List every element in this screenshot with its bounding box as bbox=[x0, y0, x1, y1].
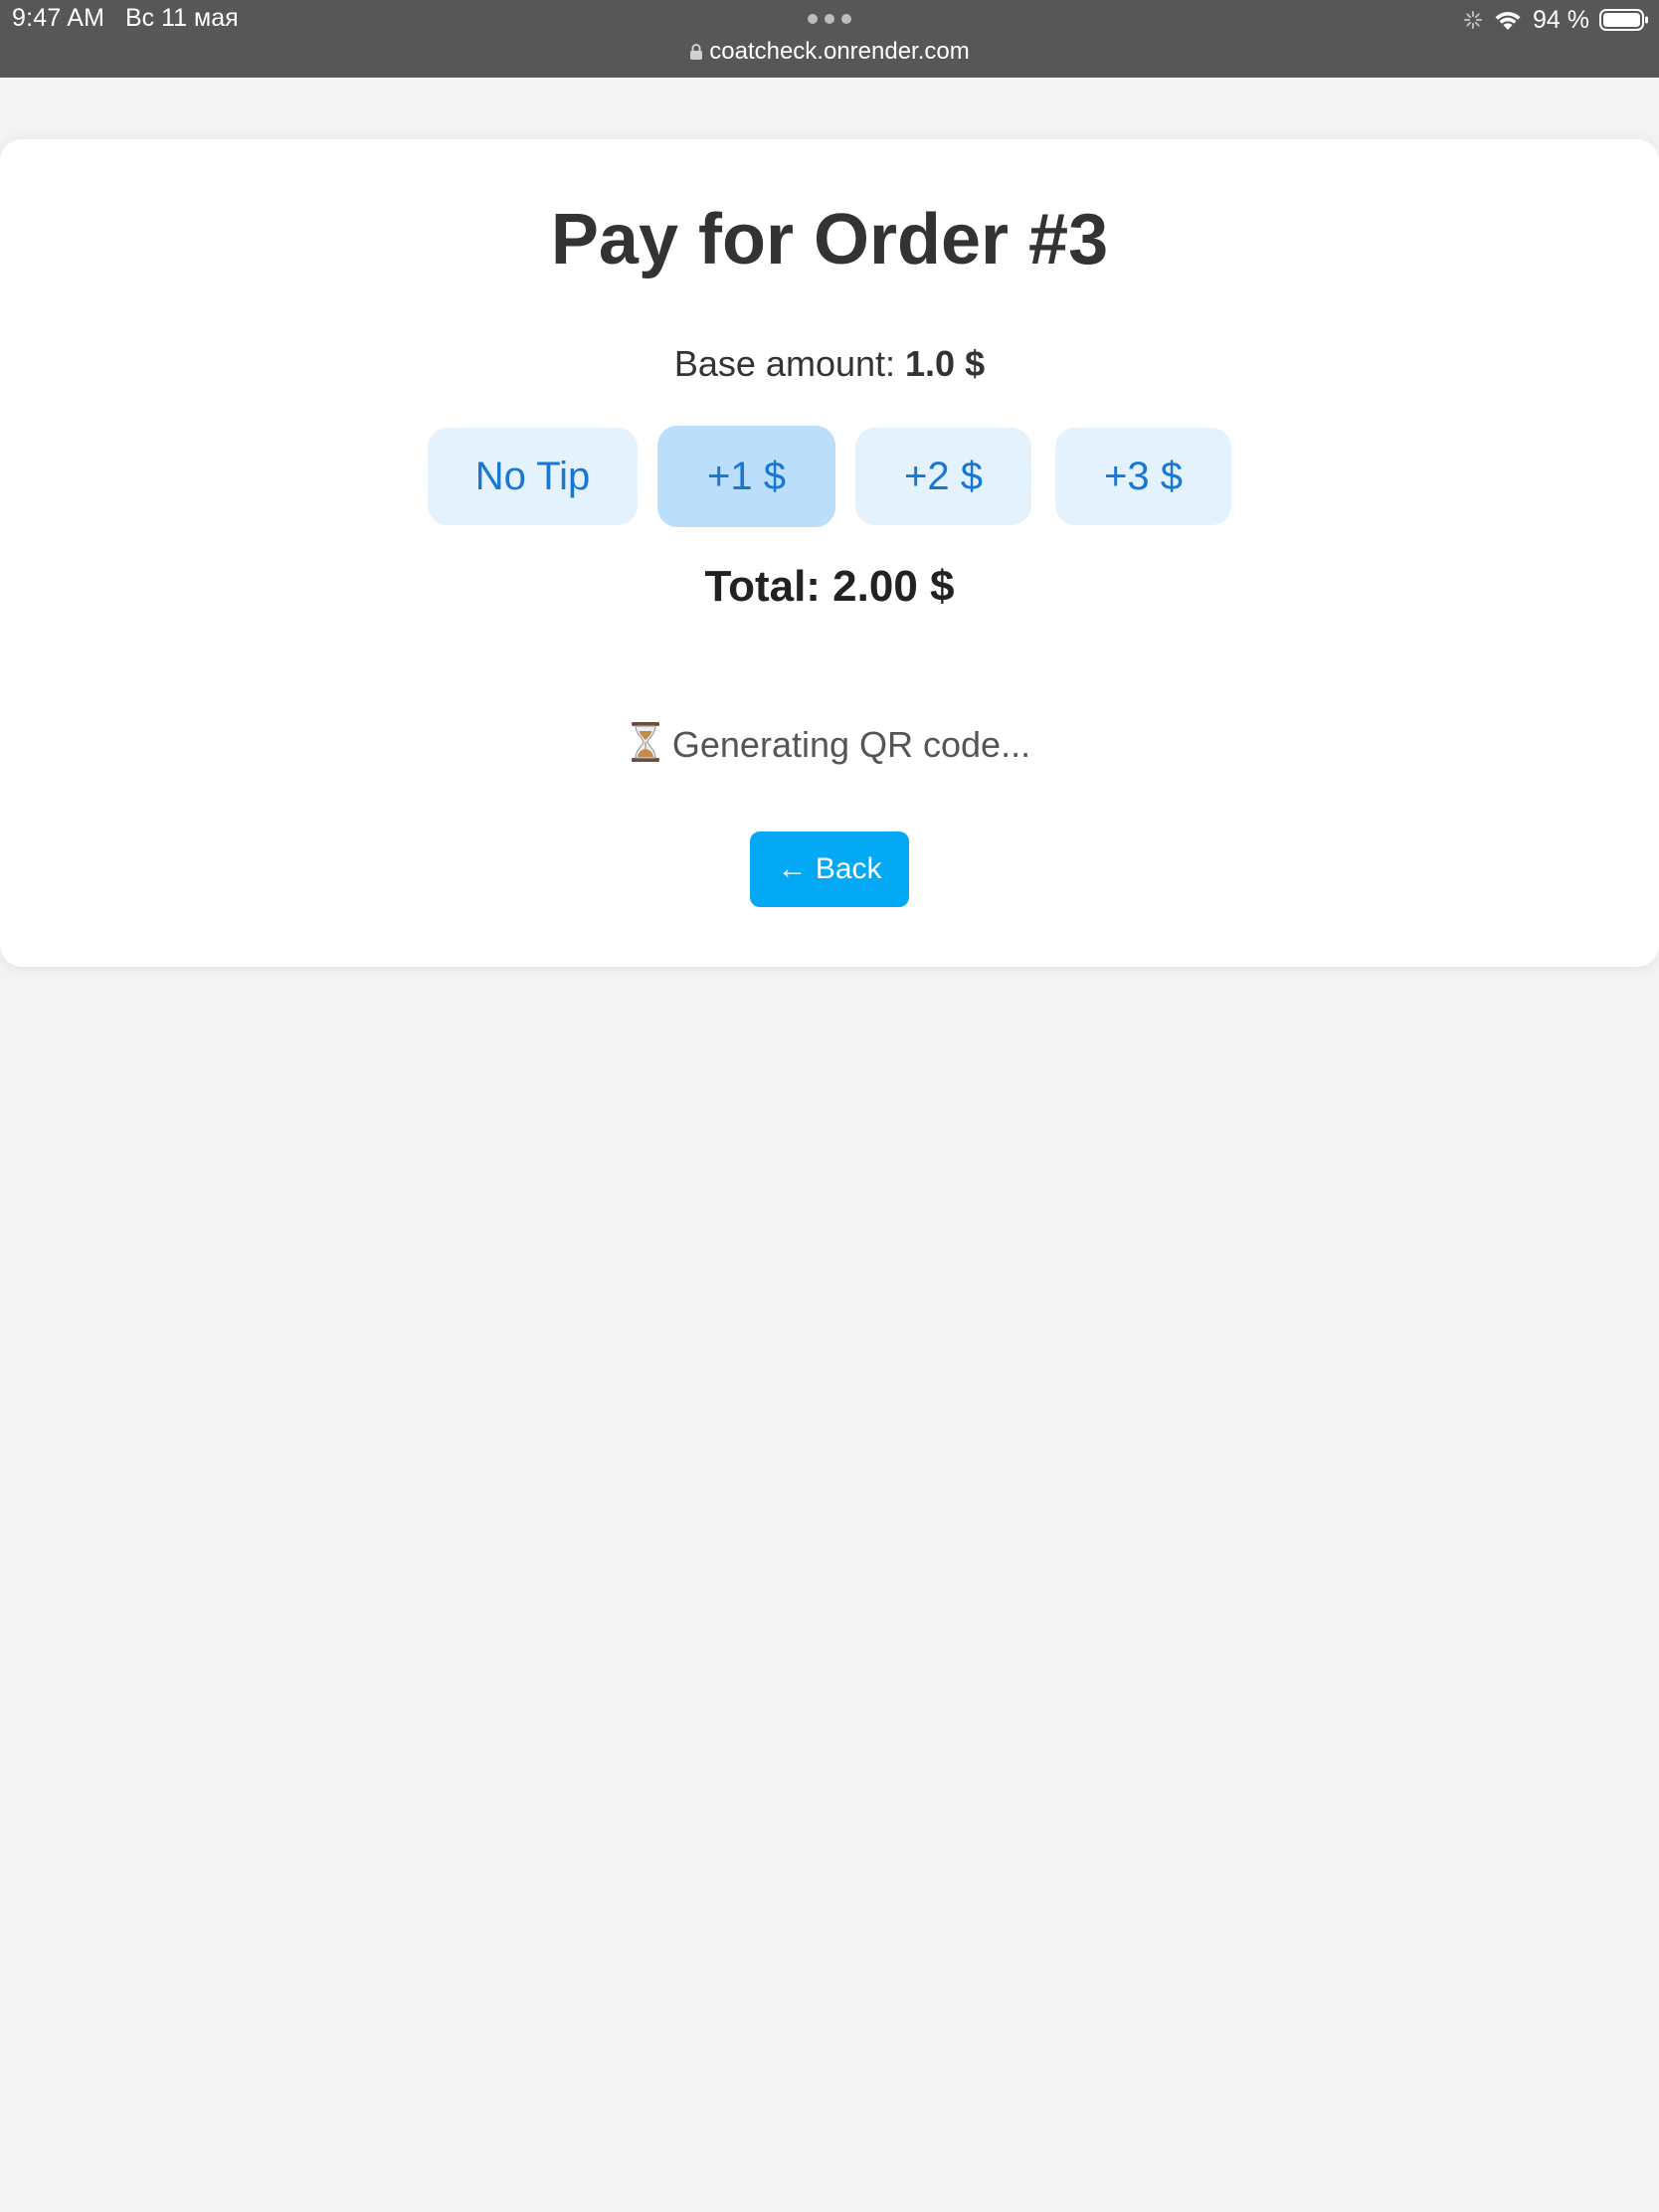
payment-card: Pay for Order #3 Base amount: 1.0 $ No T… bbox=[0, 139, 1659, 967]
wifi-icon bbox=[1495, 11, 1521, 30]
tip-button-1[interactable]: +1 $ bbox=[657, 426, 835, 527]
base-amount-value: 1.0 $ bbox=[905, 343, 986, 384]
url-text: coatcheck.onrender.com bbox=[709, 38, 970, 65]
address-bar[interactable]: coatcheck.onrender.com bbox=[0, 38, 1659, 66]
qr-status: Generating QR code... bbox=[0, 721, 1659, 766]
base-amount: Base amount: 1.0 $ bbox=[0, 343, 1659, 385]
back-button[interactable]: ← Back bbox=[750, 831, 909, 907]
status-date: Вс 11 мая bbox=[125, 4, 239, 32]
status-bar: 9:47 AM Вс 11 мая 94 % coatcheck.onrende… bbox=[0, 0, 1659, 78]
hourglass-icon bbox=[631, 722, 659, 762]
status-time: 9:47 AM bbox=[12, 4, 105, 32]
status-indicators: 94 % bbox=[1463, 4, 1649, 36]
more-dots-icon[interactable] bbox=[808, 14, 851, 24]
qr-status-text: Generating QR code... bbox=[671, 724, 1031, 765]
tip-button-3[interactable]: +3 $ bbox=[1055, 428, 1231, 525]
battery-icon bbox=[1599, 9, 1648, 31]
tip-options: No Tip +1 $ +2 $ +3 $ bbox=[0, 426, 1659, 529]
tip-button-none[interactable]: No Tip bbox=[428, 428, 638, 525]
battery-percentage: 94 % bbox=[1533, 5, 1589, 34]
page-title: Pay for Order #3 bbox=[550, 200, 1109, 279]
tip-button-2[interactable]: +2 $ bbox=[855, 428, 1031, 525]
loading-spinner-icon bbox=[1464, 11, 1483, 29]
base-amount-label: Base amount: bbox=[673, 343, 896, 384]
lock-icon bbox=[690, 44, 703, 60]
total-amount: Total: 2.00 $ bbox=[704, 562, 955, 611]
